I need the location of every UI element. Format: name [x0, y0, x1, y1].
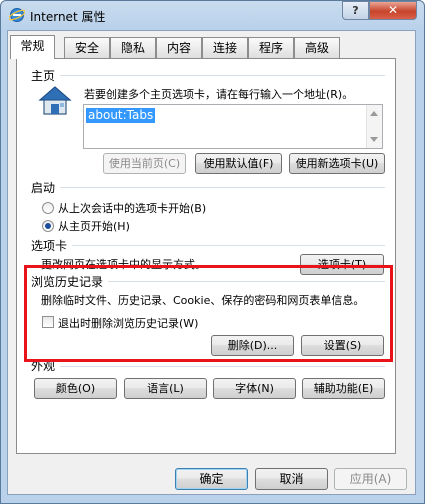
use-default-button[interactable]: 使用默认值(F) [195, 153, 282, 174]
tabs-description: 更改网页在选项卡中的显示方式。 [41, 258, 206, 271]
help-button[interactable]: ? [342, 1, 369, 20]
tab-privacy[interactable]: 隐私 [110, 37, 156, 58]
delete-history-on-exit-checkbox[interactable] [42, 316, 54, 328]
scroll-up-arrow-icon[interactable] [370, 111, 378, 116]
startup-separator [60, 187, 385, 188]
history-separator [108, 281, 385, 282]
tabs-group-label: 选项卡 [31, 239, 68, 253]
delete-history-on-exit-label: 退出时删除浏览历史记录(W) [58, 317, 199, 330]
homepage-description: 若要创建多个主页选项卡，请在每行输入一个地址(R)。 [84, 88, 354, 101]
tab-general[interactable]: 常规 [10, 35, 55, 59]
tabs-separator [72, 245, 385, 246]
use-new-tab-button[interactable]: 使用新选项卡(U) [289, 153, 385, 174]
startup-group-label: 启动 [31, 181, 56, 195]
fonts-button[interactable]: 字体(N) [213, 378, 296, 399]
homepage-separator [60, 75, 385, 76]
radio-start-with-home-label: 从主页开始(H) [58, 220, 130, 233]
languages-button[interactable]: 语言(L) [124, 378, 207, 399]
delete-history-button[interactable]: 删除(D)... [211, 335, 294, 356]
window-title: Internet 属性 [30, 10, 106, 24]
accessibility-button[interactable]: 辅助功能(E) [302, 378, 385, 399]
homepage-address-value: about:Tabs [86, 108, 156, 123]
homepage-group-label: 主页 [31, 69, 56, 83]
radio-last-session[interactable] [42, 202, 54, 214]
use-current-button[interactable]: 使用当前页(C) [103, 153, 186, 174]
colors-button[interactable]: 颜色(O) [34, 378, 117, 399]
close-button[interactable]: ✕ [369, 1, 417, 20]
apply-button[interactable]: 应用(A) [334, 468, 407, 490]
ok-button[interactable]: 确定 [175, 468, 248, 490]
cancel-button[interactable]: 取消 [255, 468, 328, 490]
tab-advanced[interactable]: 高级 [294, 37, 340, 58]
tabs-settings-button[interactable]: 选项卡(T) [300, 254, 384, 275]
tab-programs[interactable]: 程序 [248, 37, 294, 58]
home-icon [38, 86, 72, 115]
appearance-group-label: 外观 [31, 359, 56, 373]
tab-security[interactable]: 安全 [64, 37, 110, 58]
radio-start-with-home[interactable] [42, 220, 54, 232]
internet-explorer-icon [9, 8, 25, 22]
homepage-address-textarea[interactable]: about:Tabs [83, 104, 383, 149]
tab-connections[interactable]: 连接 [202, 37, 248, 58]
radio-last-session-label: 从上次会话中的选项卡开始(B) [58, 202, 207, 215]
history-settings-button[interactable]: 设置(S) [301, 335, 384, 356]
history-description: 删除临时文件、历史记录、Cookie、保存的密码和网页表单信息。 [41, 294, 365, 307]
homepage-scrollbar[interactable] [366, 105, 382, 148]
appearance-separator [60, 366, 385, 367]
tab-content[interactable]: 内容 [156, 37, 202, 58]
history-group-label: 浏览历史记录 [31, 275, 104, 289]
scroll-down-arrow-icon[interactable] [370, 137, 378, 142]
